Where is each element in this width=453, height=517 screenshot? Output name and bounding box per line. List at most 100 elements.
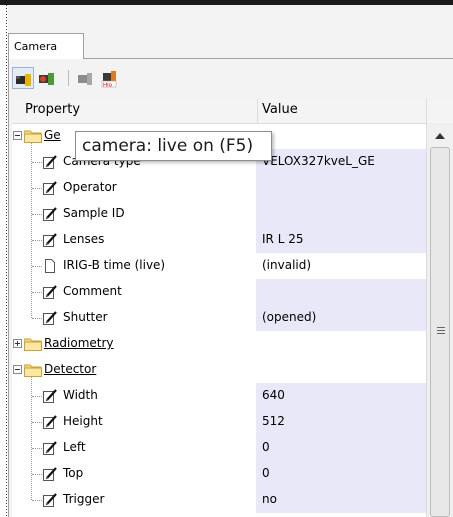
property-label: Left: [63, 440, 86, 454]
property-row[interactable]: Height 512: [12, 409, 426, 435]
camera-snapshot-icon: [78, 73, 92, 85]
property-label: Trigger: [63, 492, 105, 506]
toolbar-separator: [68, 70, 69, 86]
property-label: Operator: [63, 180, 117, 194]
thumb-grip: [437, 327, 445, 328]
property-value: 640: [262, 388, 285, 402]
property-row[interactable]: IRIG-B time (live) (invalid): [12, 253, 426, 279]
category-label: Radiometry: [44, 336, 114, 350]
property-value: 0: [262, 440, 270, 454]
camera-snapshot-button[interactable]: [74, 67, 96, 89]
property-value-cell[interactable]: no: [256, 487, 426, 513]
tooltip-text: camera: live on (F5): [82, 136, 254, 156]
property-value-cell[interactable]: 640: [256, 383, 426, 409]
property-value-cell[interactable]: [256, 201, 426, 227]
editable-property-icon: [42, 492, 58, 508]
tree-line: [32, 474, 42, 475]
property-grid: Property Value Ge Camera type VELOX327kveL…: [12, 99, 453, 517]
property-value-cell[interactable]: [256, 175, 426, 201]
tree-line: [32, 292, 42, 293]
property-row[interactable]: Shutter (opened): [12, 305, 426, 331]
scroll-thumb[interactable]: [430, 147, 450, 517]
property-value-cell[interactable]: VELOX327kveL_GE: [256, 149, 426, 175]
property-value: 512: [262, 414, 285, 428]
folder-icon: [23, 337, 42, 352]
folder-icon: [23, 129, 42, 144]
property-label: Shutter: [63, 310, 108, 324]
column-header-value[interactable]: Value: [262, 102, 298, 117]
thumb-grip: [437, 330, 445, 331]
readonly-property-icon: [42, 258, 58, 274]
collapse-toggle[interactable]: [13, 131, 22, 140]
editable-property-icon: [42, 310, 58, 326]
expand-toggle[interactable]: [13, 339, 22, 348]
property-value-cell[interactable]: 0: [256, 435, 426, 461]
editable-property-icon: [42, 440, 58, 456]
property-row[interactable]: Comment: [12, 279, 426, 305]
property-row[interactable]: Lenses IR L 25: [12, 227, 426, 253]
property-value-cell: (invalid): [256, 253, 426, 279]
camera-panel: Camera Hlo Property Value Ge Camera type…: [8, 5, 453, 517]
tree-line: [32, 188, 42, 189]
scroll-up-arrow[interactable]: [435, 133, 445, 139]
content-border: [8, 59, 9, 517]
property-value: (invalid): [262, 258, 312, 272]
property-row[interactable]: Width 640: [12, 383, 426, 409]
property-value: VELOX327kveL_GE: [262, 154, 375, 168]
camera-live-icon: [16, 74, 31, 86]
property-label: Comment: [63, 284, 122, 298]
camera-nuc-icon: Hlo: [101, 71, 117, 89]
category-row[interactable]: Detector: [12, 357, 426, 383]
tree-line: [32, 240, 42, 241]
category-label: Detector: [44, 362, 97, 376]
tree-line: [32, 162, 42, 163]
editable-property-icon: [42, 180, 58, 196]
camera-toolbar: Hlo: [8, 65, 453, 93]
nuc-badge-text: Hlo: [103, 83, 113, 89]
editable-property-icon: [42, 232, 58, 248]
property-value-cell[interactable]: 512: [256, 409, 426, 435]
tree-line: [32, 318, 42, 319]
editable-property-icon: [42, 414, 58, 430]
property-value: no: [262, 492, 277, 506]
editable-property-icon: [42, 388, 58, 404]
tree-line: [32, 266, 42, 267]
column-divider[interactable]: [257, 99, 258, 123]
splitter-handle[interactable]: [6, 5, 7, 517]
tree-line: [32, 214, 42, 215]
category-value-cell: [256, 123, 426, 149]
editable-property-icon: [42, 206, 58, 222]
tree-line: [32, 422, 42, 423]
property-label: Sample ID: [63, 206, 125, 220]
property-label: Lenses: [63, 232, 105, 246]
property-row[interactable]: Top 0: [12, 461, 426, 487]
property-value-cell[interactable]: (opened): [256, 305, 426, 331]
property-label: Top: [63, 466, 84, 480]
camera-live-button[interactable]: [12, 67, 34, 89]
vertical-scrollbar[interactable]: [426, 123, 453, 517]
property-row[interactable]: Operator: [12, 175, 426, 201]
thumb-grip: [437, 333, 445, 334]
tab-camera-label: Camera: [14, 40, 58, 53]
property-value-cell[interactable]: IR L 25: [256, 227, 426, 253]
collapse-toggle[interactable]: [13, 365, 22, 374]
camera-record-button[interactable]: [36, 67, 58, 89]
property-value: IR L 25: [262, 232, 304, 246]
property-row[interactable]: Trigger no: [12, 487, 426, 513]
property-row[interactable]: Left 0: [12, 435, 426, 461]
camera-nuc-button[interactable]: Hlo: [98, 67, 120, 89]
editable-property-icon: [42, 466, 58, 482]
property-label: Width: [63, 388, 98, 402]
grid-header: Property Value: [12, 99, 453, 124]
tab-strip-border: [84, 58, 453, 59]
editable-property-icon: [42, 154, 58, 170]
category-value-cell: [256, 331, 426, 357]
column-header-property[interactable]: Property: [25, 102, 80, 117]
property-row[interactable]: Sample ID: [12, 201, 426, 227]
tree-line: [32, 396, 42, 397]
category-row[interactable]: Radiometry: [12, 331, 426, 357]
property-value-cell[interactable]: 0: [256, 461, 426, 487]
tab-camera[interactable]: Camera: [8, 33, 84, 59]
property-value-cell[interactable]: [256, 279, 426, 305]
category-label: Ge: [44, 128, 61, 142]
